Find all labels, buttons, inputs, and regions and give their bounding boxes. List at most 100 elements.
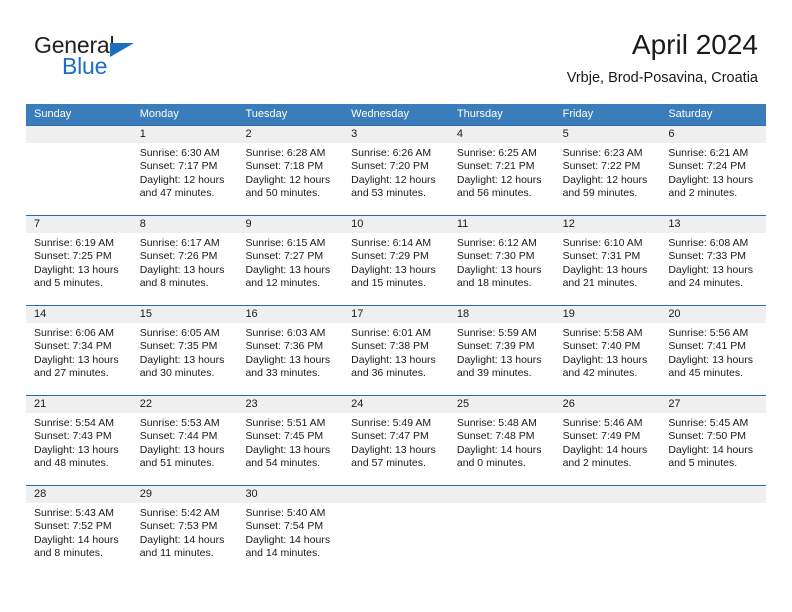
day-number[interactable]: 7 bbox=[26, 216, 132, 233]
day-number[interactable]: 2 bbox=[237, 126, 343, 143]
day-number[interactable]: 16 bbox=[237, 306, 343, 323]
day-number[interactable]: 24 bbox=[343, 396, 449, 413]
day-number[interactable]: 30 bbox=[237, 486, 343, 503]
daylight-text-line1: Daylight: 12 hours bbox=[351, 173, 436, 186]
day-cell[interactable] bbox=[660, 503, 766, 575]
day-number[interactable]: 20 bbox=[660, 306, 766, 323]
day-cell[interactable]: Sunrise: 6:01 AM Sunset: 7:38 PM Dayligh… bbox=[343, 323, 449, 395]
day-cell[interactable]: Sunrise: 5:49 AM Sunset: 7:47 PM Dayligh… bbox=[343, 413, 449, 485]
day-cell[interactable]: Sunrise: 6:30 AM Sunset: 7:17 PM Dayligh… bbox=[132, 143, 238, 215]
logo-triangle-icon bbox=[110, 43, 134, 57]
day-cell[interactable]: Sunrise: 6:25 AM Sunset: 7:21 PM Dayligh… bbox=[449, 143, 555, 215]
sunset-text: Sunset: 7:27 PM bbox=[245, 250, 324, 263]
day-number[interactable]: 29 bbox=[132, 486, 238, 503]
day-number[interactable]: 8 bbox=[132, 216, 238, 233]
day-cell[interactable] bbox=[343, 503, 449, 575]
sunset-text: Sunset: 7:41 PM bbox=[668, 340, 746, 353]
sunset-text: Sunset: 7:53 PM bbox=[139, 520, 218, 533]
day-cell[interactable]: Sunrise: 6:28 AM Sunset: 7:18 PM Dayligh… bbox=[237, 143, 343, 215]
day-cell[interactable]: Sunrise: 5:45 AM Sunset: 7:50 PM Dayligh… bbox=[660, 413, 766, 485]
day-number[interactable]: 5 bbox=[555, 126, 661, 143]
sunset-text: Sunset: 7:26 PM bbox=[139, 250, 218, 263]
day-number[interactable] bbox=[555, 486, 661, 503]
day-cell[interactable] bbox=[449, 503, 555, 575]
day-number[interactable]: 10 bbox=[343, 216, 449, 233]
day-number[interactable]: 12 bbox=[555, 216, 661, 233]
day-cell[interactable]: Sunrise: 6:08 AM Sunset: 7:33 PM Dayligh… bbox=[660, 233, 766, 305]
daylight-text-line1: Daylight: 13 hours bbox=[245, 263, 331, 276]
daylight-text-line1: Daylight: 13 hours bbox=[668, 353, 753, 366]
sunset-text: Sunset: 7:38 PM bbox=[351, 340, 429, 353]
day-cell[interactable]: Sunrise: 5:59 AM Sunset: 7:39 PM Dayligh… bbox=[449, 323, 555, 395]
sunrise-text: Sunrise: 5:51 AM bbox=[245, 417, 326, 429]
day-cell[interactable]: Sunrise: 6:05 AM Sunset: 7:35 PM Dayligh… bbox=[132, 323, 238, 395]
day-cell[interactable]: Sunrise: 6:23 AM Sunset: 7:22 PM Dayligh… bbox=[555, 143, 661, 215]
day-number[interactable]: 11 bbox=[449, 216, 555, 233]
sunset-text: Sunset: 7:35 PM bbox=[139, 340, 218, 353]
day-number[interactable]: 6 bbox=[660, 126, 766, 143]
day-number[interactable]: 18 bbox=[449, 306, 555, 323]
sunset-text: Sunset: 7:18 PM bbox=[245, 160, 324, 173]
day-cell[interactable]: Sunrise: 6:21 AM Sunset: 7:24 PM Dayligh… bbox=[660, 143, 766, 215]
daylight-text-line1: Daylight: 14 hours bbox=[668, 443, 753, 456]
sunrise-text: Sunrise: 5:53 AM bbox=[139, 417, 220, 429]
week-detail-band: Sunrise: 6:30 AM Sunset: 7:17 PM Dayligh… bbox=[26, 143, 766, 215]
day-cell[interactable]: Sunrise: 5:48 AM Sunset: 7:48 PM Dayligh… bbox=[449, 413, 555, 485]
day-cell[interactable]: Sunrise: 5:40 AM Sunset: 7:54 PM Dayligh… bbox=[237, 503, 343, 575]
day-cell[interactable]: Sunrise: 6:15 AM Sunset: 7:27 PM Dayligh… bbox=[237, 233, 343, 305]
daylight-text-line2: and 50 minutes. bbox=[245, 187, 321, 200]
daylight-text-line1: Daylight: 13 hours bbox=[139, 353, 225, 366]
sunrise-text: Sunrise: 5:45 AM bbox=[668, 417, 749, 429]
day-number[interactable]: 21 bbox=[26, 396, 132, 413]
daylight-text-line1: Daylight: 12 hours bbox=[456, 173, 542, 186]
day-number[interactable]: 4 bbox=[449, 126, 555, 143]
daylight-text-line1: Daylight: 13 hours bbox=[245, 443, 331, 456]
day-number[interactable] bbox=[660, 486, 766, 503]
week-day-number-band: 28 29 30 bbox=[26, 486, 766, 503]
week-detail-band: Sunrise: 6:19 AM Sunset: 7:25 PM Dayligh… bbox=[26, 233, 766, 305]
day-number[interactable] bbox=[26, 126, 132, 143]
day-number[interactable]: 22 bbox=[132, 396, 238, 413]
day-cell[interactable]: Sunrise: 5:58 AM Sunset: 7:40 PM Dayligh… bbox=[555, 323, 661, 395]
day-number[interactable] bbox=[343, 486, 449, 503]
day-cell[interactable]: Sunrise: 5:51 AM Sunset: 7:45 PM Dayligh… bbox=[237, 413, 343, 485]
sunrise-text: Sunrise: 5:42 AM bbox=[139, 507, 220, 519]
day-number[interactable]: 9 bbox=[237, 216, 343, 233]
day-cell[interactable] bbox=[26, 143, 132, 215]
day-cell[interactable] bbox=[555, 503, 661, 575]
sunset-text: Sunset: 7:54 PM bbox=[245, 520, 324, 533]
day-number[interactable] bbox=[449, 486, 555, 503]
day-cell[interactable]: Sunrise: 6:14 AM Sunset: 7:29 PM Dayligh… bbox=[343, 233, 449, 305]
day-cell[interactable]: Sunrise: 5:43 AM Sunset: 7:52 PM Dayligh… bbox=[26, 503, 132, 575]
day-number[interactable]: 14 bbox=[26, 306, 132, 323]
day-number[interactable]: 27 bbox=[660, 396, 766, 413]
day-cell[interactable]: Sunrise: 6:26 AM Sunset: 7:20 PM Dayligh… bbox=[343, 143, 449, 215]
day-number[interactable]: 23 bbox=[237, 396, 343, 413]
sunrise-text: Sunrise: 6:03 AM bbox=[245, 327, 326, 339]
day-cell[interactable]: Sunrise: 6:06 AM Sunset: 7:34 PM Dayligh… bbox=[26, 323, 132, 395]
day-number[interactable]: 19 bbox=[555, 306, 661, 323]
day-cell[interactable]: Sunrise: 6:19 AM Sunset: 7:25 PM Dayligh… bbox=[26, 233, 132, 305]
day-cell[interactable]: Sunrise: 6:03 AM Sunset: 7:36 PM Dayligh… bbox=[237, 323, 343, 395]
day-cell[interactable]: Sunrise: 6:10 AM Sunset: 7:31 PM Dayligh… bbox=[555, 233, 661, 305]
daylight-text-line1: Daylight: 12 hours bbox=[562, 173, 648, 186]
day-number[interactable]: 13 bbox=[660, 216, 766, 233]
day-cell[interactable]: Sunrise: 6:12 AM Sunset: 7:30 PM Dayligh… bbox=[449, 233, 555, 305]
day-cell[interactable]: Sunrise: 5:53 AM Sunset: 7:44 PM Dayligh… bbox=[132, 413, 238, 485]
day-number[interactable]: 26 bbox=[555, 396, 661, 413]
day-number[interactable]: 28 bbox=[26, 486, 132, 503]
day-cell[interactable]: Sunrise: 5:54 AM Sunset: 7:43 PM Dayligh… bbox=[26, 413, 132, 485]
day-cell[interactable]: Sunrise: 5:46 AM Sunset: 7:49 PM Dayligh… bbox=[555, 413, 661, 485]
daylight-text-line2: and 42 minutes. bbox=[562, 367, 638, 380]
day-number[interactable]: 1 bbox=[132, 126, 238, 143]
day-cell[interactable]: Sunrise: 6:17 AM Sunset: 7:26 PM Dayligh… bbox=[132, 233, 238, 305]
day-number[interactable]: 3 bbox=[343, 126, 449, 143]
daylight-text-line2: and 21 minutes. bbox=[562, 277, 638, 290]
day-number[interactable]: 17 bbox=[343, 306, 449, 323]
day-number[interactable]: 25 bbox=[449, 396, 555, 413]
day-number[interactable]: 15 bbox=[132, 306, 238, 323]
day-cell[interactable]: Sunrise: 5:42 AM Sunset: 7:53 PM Dayligh… bbox=[132, 503, 238, 575]
day-cell[interactable]: Sunrise: 5:56 AM Sunset: 7:41 PM Dayligh… bbox=[660, 323, 766, 395]
general-blue-logo[interactable]: General Blue bbox=[34, 32, 164, 84]
daylight-text-line2: and 5 minutes. bbox=[668, 457, 738, 470]
